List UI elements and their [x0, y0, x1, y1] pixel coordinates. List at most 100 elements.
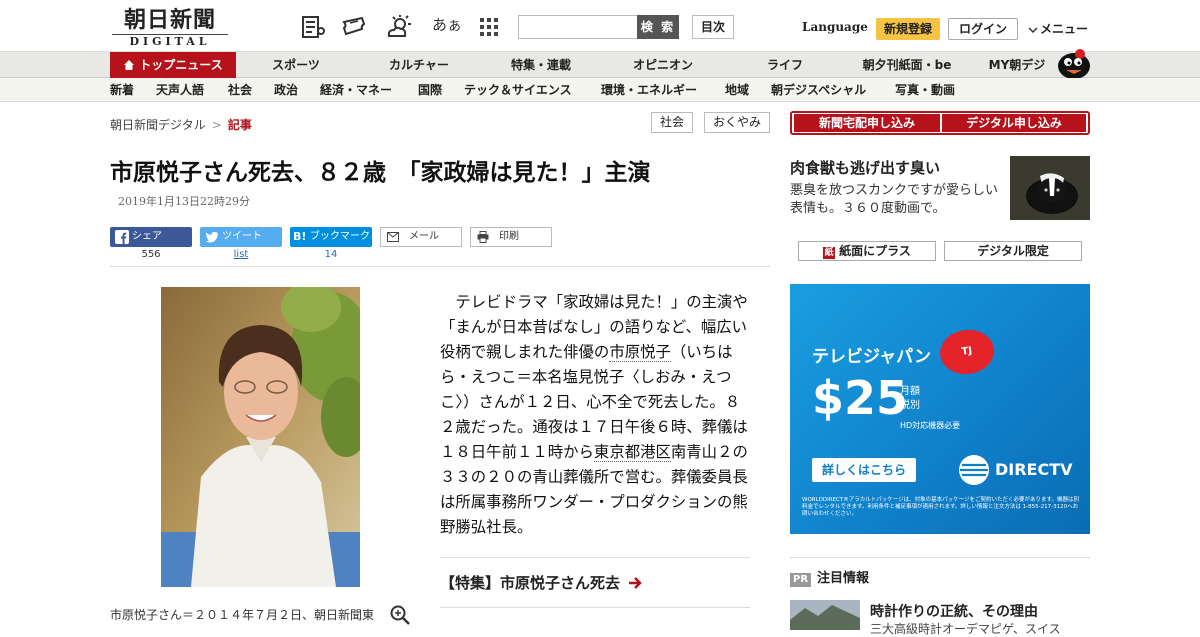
- pr-heading: PR 注目情報: [790, 567, 869, 587]
- nav-item-opinion[interactable]: オピニオン: [618, 52, 708, 78]
- pr-badge: PR: [790, 573, 812, 587]
- article-photo[interactable]: [161, 287, 360, 587]
- pr-subtitle: 三大高級時計オーデマピゲ、スイス: [870, 622, 1061, 636]
- ad-details-button[interactable]: 詳しくはこちら: [812, 458, 916, 482]
- subnav-item[interactable]: 新着: [110, 78, 134, 102]
- portrait-image: [161, 287, 360, 587]
- zoom-icon[interactable]: [390, 605, 410, 625]
- nav-item-paper[interactable]: 朝夕刊紙面・be: [852, 52, 962, 78]
- print-button[interactable]: 印刷: [470, 227, 552, 247]
- ad-fine-print: WORLDDIRECT®アラカルトパッケージは、対象の基本パッケージをご契約いた…: [802, 497, 1079, 517]
- ad-logo-badge: TJ: [937, 326, 997, 378]
- digital-subscribe-button[interactable]: デジタル申し込み: [942, 114, 1086, 132]
- nav-item-my[interactable]: MY朝デジ: [982, 52, 1052, 78]
- subnav-item[interactable]: 政治: [274, 78, 298, 102]
- place-link[interactable]: 東京都港区: [593, 443, 671, 462]
- article-title: 市原悦子さん死去、８２歳 「家政婦は見た！」主演: [110, 160, 651, 186]
- ad-monthly: 月額: [900, 386, 920, 397]
- share-label: ブックマーク: [310, 231, 370, 242]
- facebook-count: 556: [141, 249, 161, 260]
- divider: [110, 266, 770, 267]
- subscribe-box: 新聞宅配申し込み デジタル申し込み: [790, 111, 1090, 135]
- recommend-thumbnail[interactable]: [1010, 156, 1090, 220]
- nav-item-life[interactable]: ライフ: [745, 52, 825, 78]
- breadcrumb: 朝日新聞デジタル > 記事: [110, 116, 252, 133]
- pr-heading-label: 注目情報: [817, 571, 870, 586]
- subnav-item[interactable]: 地域: [725, 78, 749, 102]
- printer-icon: [477, 231, 489, 243]
- breadcrumb-home[interactable]: 朝日新聞デジタル: [110, 118, 206, 132]
- subnav-item[interactable]: 社会: [228, 78, 252, 102]
- search-input[interactable]: [518, 15, 638, 39]
- pr-title[interactable]: 時計作りの正統、その理由: [870, 601, 1038, 621]
- language-link[interactable]: Language: [802, 20, 868, 34]
- digital-only-button[interactable]: デジタル限定: [944, 241, 1082, 261]
- weather-icon[interactable]: [386, 14, 412, 40]
- recommend-title[interactable]: 肉食獣も逃げ出す臭い: [790, 157, 940, 178]
- subnav-item[interactable]: 朝デジスペシャル: [771, 78, 866, 102]
- nav-item-features[interactable]: 特集・連載: [496, 52, 586, 78]
- subnav-item[interactable]: テック＆サイエンス: [464, 78, 572, 102]
- divider: [790, 557, 1090, 558]
- share-label: シェア: [132, 231, 162, 242]
- menu-button[interactable]: メニュー: [1028, 20, 1088, 37]
- ticket-icon[interactable]: [342, 14, 368, 40]
- related-link[interactable]: 【特集】市原悦子さん死去: [440, 572, 643, 593]
- hatena-count: 14: [324, 249, 338, 260]
- search-button[interactable]: 検 索: [637, 15, 679, 39]
- nav-item-culture[interactable]: カルチャー: [374, 52, 464, 78]
- skunk-image: [1010, 156, 1090, 220]
- article-body: テレビドラマ「家政婦は見た！」の主演や「まんが日本昔ばなし」の語りなど、幅広い役…: [440, 290, 754, 540]
- person-link[interactable]: 市原悦子: [609, 343, 671, 362]
- divider: [440, 557, 750, 558]
- ad-hd-note: HD対応機器必要: [900, 421, 961, 430]
- divider: [440, 607, 750, 608]
- breadcrumb-current: 記事: [227, 118, 252, 132]
- nav-item-sports[interactable]: スポーツ: [256, 52, 336, 78]
- newspaper-icon[interactable]: [300, 14, 326, 40]
- index-button[interactable]: 目次: [692, 15, 734, 39]
- tag-society[interactable]: 社会: [651, 112, 693, 133]
- ad-price: $25: [812, 371, 909, 425]
- mail-button[interactable]: メール: [380, 227, 462, 247]
- delivery-subscribe-button[interactable]: 新聞宅配申し込み: [794, 114, 940, 132]
- subnav-item[interactable]: 経済・マネー: [320, 78, 392, 102]
- facebook-icon: [115, 230, 129, 244]
- breadcrumb-sep: >: [211, 118, 222, 132]
- subnav-item[interactable]: 環境・エネルギー: [601, 78, 697, 102]
- subnav-item[interactable]: 写真・動画: [895, 78, 955, 102]
- home-icon: [124, 60, 135, 70]
- chevron-down-icon: [1028, 26, 1038, 33]
- paper-plus-label: 紙面にプラス: [839, 244, 911, 258]
- pr-thumbnail[interactable]: [790, 600, 860, 630]
- nav-label: トップニュース: [139, 58, 223, 72]
- paper-plus-button[interactable]: 紙紙面にプラス: [798, 241, 936, 261]
- subnav-item[interactable]: 国際: [418, 78, 442, 102]
- tag-obituary[interactable]: おくやみ: [704, 112, 770, 133]
- share-label: ツイート: [222, 231, 262, 242]
- sub-nav: 新着 天声人語 社会 政治 経済・マネー 国際 テック＆サイエンス 環境・エネル…: [0, 78, 1200, 102]
- ad-tax: 税別: [900, 400, 920, 411]
- mascot-icon[interactable]: [1056, 44, 1092, 78]
- site-logo[interactable]: 朝日新聞 DIGITAL: [112, 8, 228, 49]
- paper-plus-icon: 紙: [823, 247, 836, 259]
- logo-sub: DIGITAL: [112, 34, 228, 49]
- site-header: 朝日新聞 DIGITAL あぁ 検 索 目次 Language 新規登録 ログイ…: [0, 0, 1200, 52]
- font-size-icon[interactable]: あぁ: [432, 14, 462, 36]
- login-button[interactable]: ログイン: [948, 18, 1018, 40]
- twitter-share-button[interactable]: ツイート: [200, 227, 282, 247]
- ad-provider: DIRECTV: [995, 460, 1073, 479]
- hatena-bookmark-button[interactable]: B! ブックマーク: [290, 227, 372, 247]
- subnav-item[interactable]: 天声人語: [156, 78, 204, 102]
- nav-item-top-news[interactable]: トップニュース: [110, 52, 236, 78]
- facebook-share-button[interactable]: シェア: [110, 227, 192, 247]
- hatena-icon: B!: [293, 230, 307, 243]
- ad-brand: テレビジャパン: [812, 347, 931, 367]
- twitter-icon: [205, 231, 219, 243]
- menu-label: メニュー: [1040, 22, 1089, 36]
- advertisement[interactable]: テレビジャパン TJ $25 月額 税別 HD対応機器必要 詳しくはこちら DI…: [790, 284, 1090, 534]
- signup-button[interactable]: 新規登録: [876, 18, 940, 40]
- twitter-list-link[interactable]: list: [200, 249, 282, 260]
- mail-label: メール: [409, 231, 439, 242]
- grid-icon[interactable]: [476, 14, 502, 40]
